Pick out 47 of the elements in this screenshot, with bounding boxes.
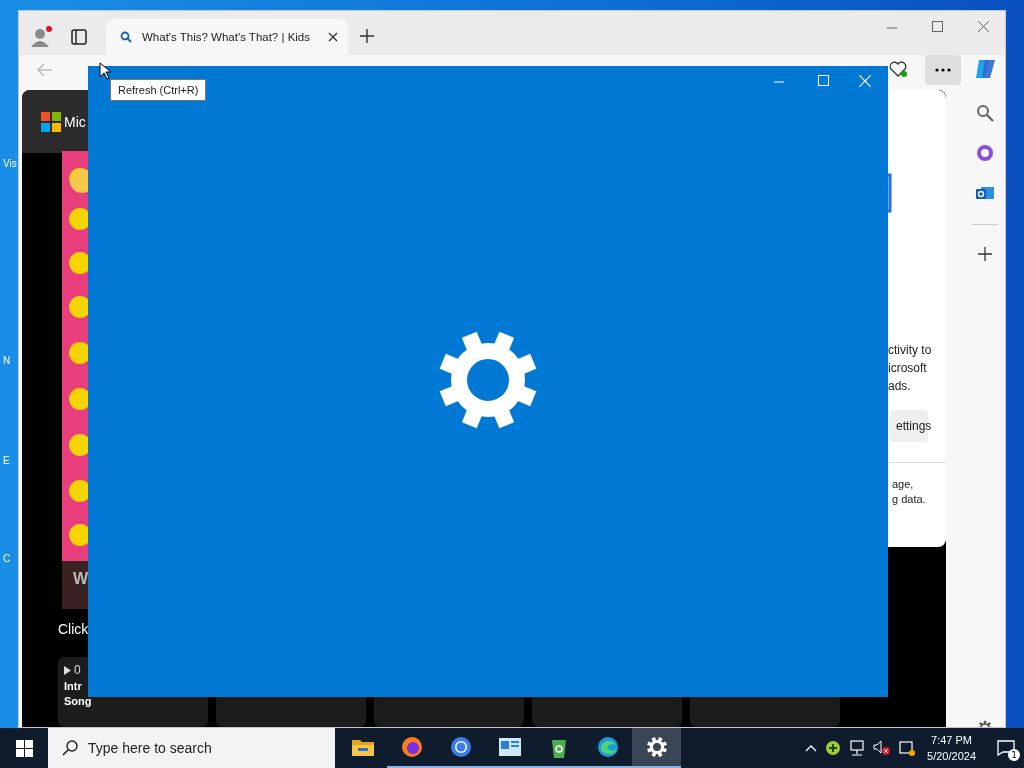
search-icon[interactable] [975, 104, 994, 122]
logo-icon [41, 111, 61, 132]
caption-text: Click [58, 621, 89, 637]
search-icon [120, 31, 132, 43]
panel-text: ads. [888, 378, 912, 395]
device-icon[interactable] [899, 740, 916, 756]
notification-count: 1 [1008, 749, 1020, 761]
close-icon[interactable] [328, 32, 338, 42]
mail-icon[interactable] [975, 184, 994, 202]
video-card-title: Song [64, 694, 93, 709]
panel-text: ctivity to [888, 342, 932, 359]
folder-icon [351, 738, 374, 756]
search-icon [62, 740, 78, 756]
window-app-icon [498, 738, 521, 756]
panel-text: g data. [892, 492, 927, 507]
video-card-title: Intr [64, 679, 83, 694]
panel-text: age, [892, 477, 915, 492]
browser-ring-icon [449, 736, 472, 758]
chevron-up-icon[interactable] [805, 744, 818, 752]
clock-time[interactable]: 7:47 PM [931, 732, 972, 748]
add-icon[interactable] [977, 247, 992, 261]
more-options-icon[interactable] [925, 55, 961, 85]
browser-wave-icon [596, 736, 619, 758]
volume-muted-icon[interactable] [873, 740, 892, 756]
tab-actions-icon[interactable] [71, 29, 87, 45]
settings-icon [439, 331, 537, 429]
taskbar-app[interactable] [632, 728, 681, 768]
clock-date[interactable]: 5/20/2024 [927, 748, 976, 764]
ring-icon[interactable] [975, 144, 994, 162]
browser-fox-icon [400, 736, 423, 758]
search-field[interactable]: Type here to search [48, 728, 335, 768]
heartbeat-icon[interactable] [889, 61, 907, 77]
maximize-icon[interactable] [932, 21, 943, 32]
browser-tab[interactable]: What's This? What's That? | Kids [106, 19, 348, 55]
cursor-icon [99, 62, 111, 80]
panel-text: icrosoft [888, 360, 928, 377]
profile-icon[interactable] [29, 25, 53, 49]
new-tab-icon[interactable] [359, 28, 375, 44]
play-icon [64, 665, 71, 675]
network-icon[interactable] [849, 740, 866, 756]
settings-icon [646, 737, 667, 757]
plus-circle-icon[interactable] [825, 740, 842, 756]
brand-name[interactable]: Mic [64, 113, 86, 130]
duration-label: 0 [74, 663, 81, 677]
windows-start-icon[interactable] [16, 740, 33, 757]
video-title: W [73, 570, 89, 588]
tooltip: Refresh (Ctrl+R) [110, 79, 207, 101]
